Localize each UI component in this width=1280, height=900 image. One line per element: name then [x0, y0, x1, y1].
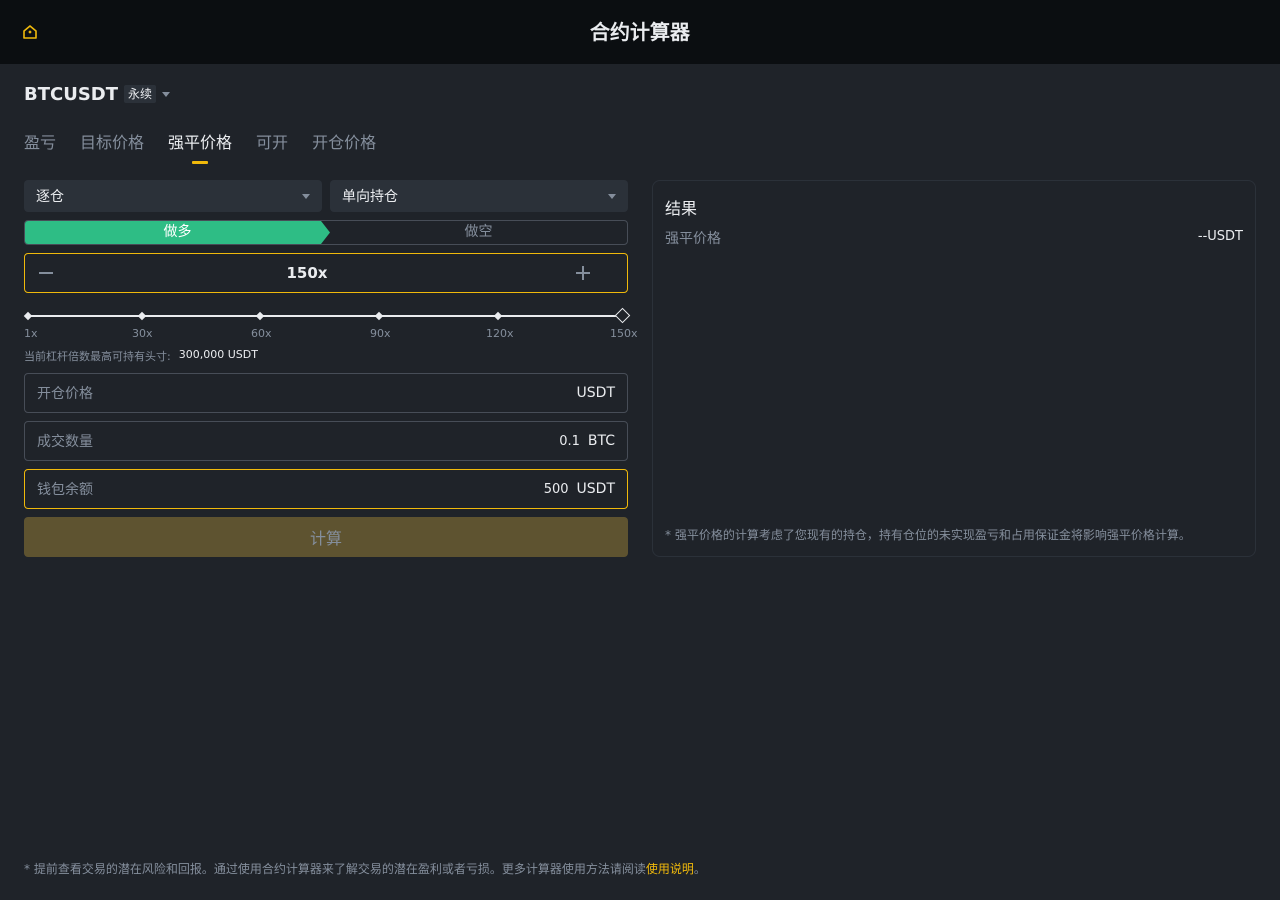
long-button[interactable]: 做多: [25, 221, 330, 244]
home-button[interactable]: [20, 22, 40, 42]
entry-price-label: 开仓价格: [37, 386, 93, 402]
symbol-selector[interactable]: BTCUSDT 永续: [24, 82, 171, 106]
wallet-balance-input[interactable]: [93, 481, 577, 497]
top-bar: 合约计算器: [0, 0, 1280, 64]
quantity-label: 成交数量: [37, 434, 93, 450]
footer-note: * 提前查看交易的潜在风险和回报。通过使用合约计算器来了解交易的潜在盈利或者亏损…: [24, 860, 706, 877]
result-title: 结果: [665, 199, 698, 218]
max-position-value: 300,000 USDT: [178, 348, 258, 361]
wallet-balance-field[interactable]: 钱包余额 USDT: [24, 469, 628, 509]
slider-mark-90x[interactable]: [374, 311, 384, 321]
page-title: 合约计算器: [590, 20, 690, 44]
slider-label: 30x: [132, 327, 153, 340]
increase-leverage-button[interactable]: [573, 263, 593, 283]
quantity-input[interactable]: [93, 433, 588, 449]
slider-label: 1x: [24, 327, 38, 340]
tab-max-open[interactable]: 可开: [256, 130, 288, 166]
short-button[interactable]: 做空: [330, 221, 627, 244]
slider-mark-1x[interactable]: [23, 311, 33, 321]
tab-liquidation-price[interactable]: 强平价格: [168, 130, 232, 166]
slider-label: 90x: [370, 327, 391, 340]
entry-price-field[interactable]: 开仓价格 USDT: [24, 373, 628, 413]
slider-label: 60x: [251, 327, 272, 340]
perpetual-badge: 永续: [124, 85, 157, 103]
margin-mode-select[interactable]: 逐仓: [24, 180, 322, 212]
caret-down-icon: [162, 91, 171, 97]
footer-text: * 提前查看交易的潜在风险和回报。通过使用合约计算器来了解交易的潜在盈利或者亏损…: [24, 862, 646, 876]
wallet-balance-label: 钱包余额: [37, 482, 93, 498]
position-mode-select[interactable]: 单向持仓: [330, 180, 628, 212]
margin-mode-value: 逐仓: [36, 189, 64, 205]
entry-price-unit: USDT: [576, 385, 615, 401]
result-panel: 结果 强平价格 --USDT * 强平价格的计算考虑了您现有的持仓，持有仓位的未…: [652, 180, 1256, 557]
slider-track[interactable]: [28, 315, 623, 317]
quantity-field[interactable]: 成交数量 BTC: [24, 421, 628, 461]
slider-label: 150x: [610, 327, 638, 340]
tab-target-price[interactable]: 目标价格: [80, 130, 144, 166]
slider-label: 120x: [486, 327, 514, 340]
tab-pnl[interactable]: 盈亏: [24, 130, 56, 166]
usage-guide-link[interactable]: 使用说明: [646, 862, 694, 876]
max-position-label: 当前杠杆倍数最高可持有头寸:: [24, 350, 171, 363]
caret-down-icon: [608, 193, 616, 199]
slider-mark-30x[interactable]: [137, 311, 147, 321]
liquidation-price-label: 强平价格: [665, 231, 721, 247]
slider-handle[interactable]: [614, 307, 631, 324]
quantity-unit: BTC: [587, 433, 615, 449]
calculator-tabs: 盈亏 目标价格 强平价格 可开 开仓价格: [24, 130, 400, 166]
leverage-value: 150x: [286, 264, 328, 282]
symbol-name: BTCUSDT: [24, 83, 119, 105]
entry-price-input[interactable]: [93, 385, 577, 401]
slider-mark-120x[interactable]: [493, 311, 503, 321]
footer-end: 。: [693, 862, 706, 876]
position-mode-value: 单向持仓: [342, 189, 398, 205]
home-icon: [23, 25, 37, 39]
leverage-stepper: 150x: [24, 253, 628, 293]
side-toggle: 做多 做空: [24, 220, 628, 245]
result-note: * 强平价格的计算考虑了您现有的持仓，持有仓位的未实现盈亏和占用保证金将影响强平…: [665, 528, 1191, 542]
tab-open-price[interactable]: 开仓价格: [312, 130, 376, 166]
calculate-button[interactable]: 计算: [24, 517, 628, 557]
max-position-info: 当前杠杆倍数最高可持有头寸: 300,000 USDT: [24, 348, 258, 364]
leverage-slider: 1x 30x 60x 90x 120x 150x: [23, 306, 638, 342]
slider-mark-60x[interactable]: [255, 311, 265, 321]
liquidation-price-value: --USDT: [1197, 229, 1243, 244]
caret-down-icon: [302, 193, 310, 199]
wallet-balance-unit: USDT: [576, 481, 615, 497]
